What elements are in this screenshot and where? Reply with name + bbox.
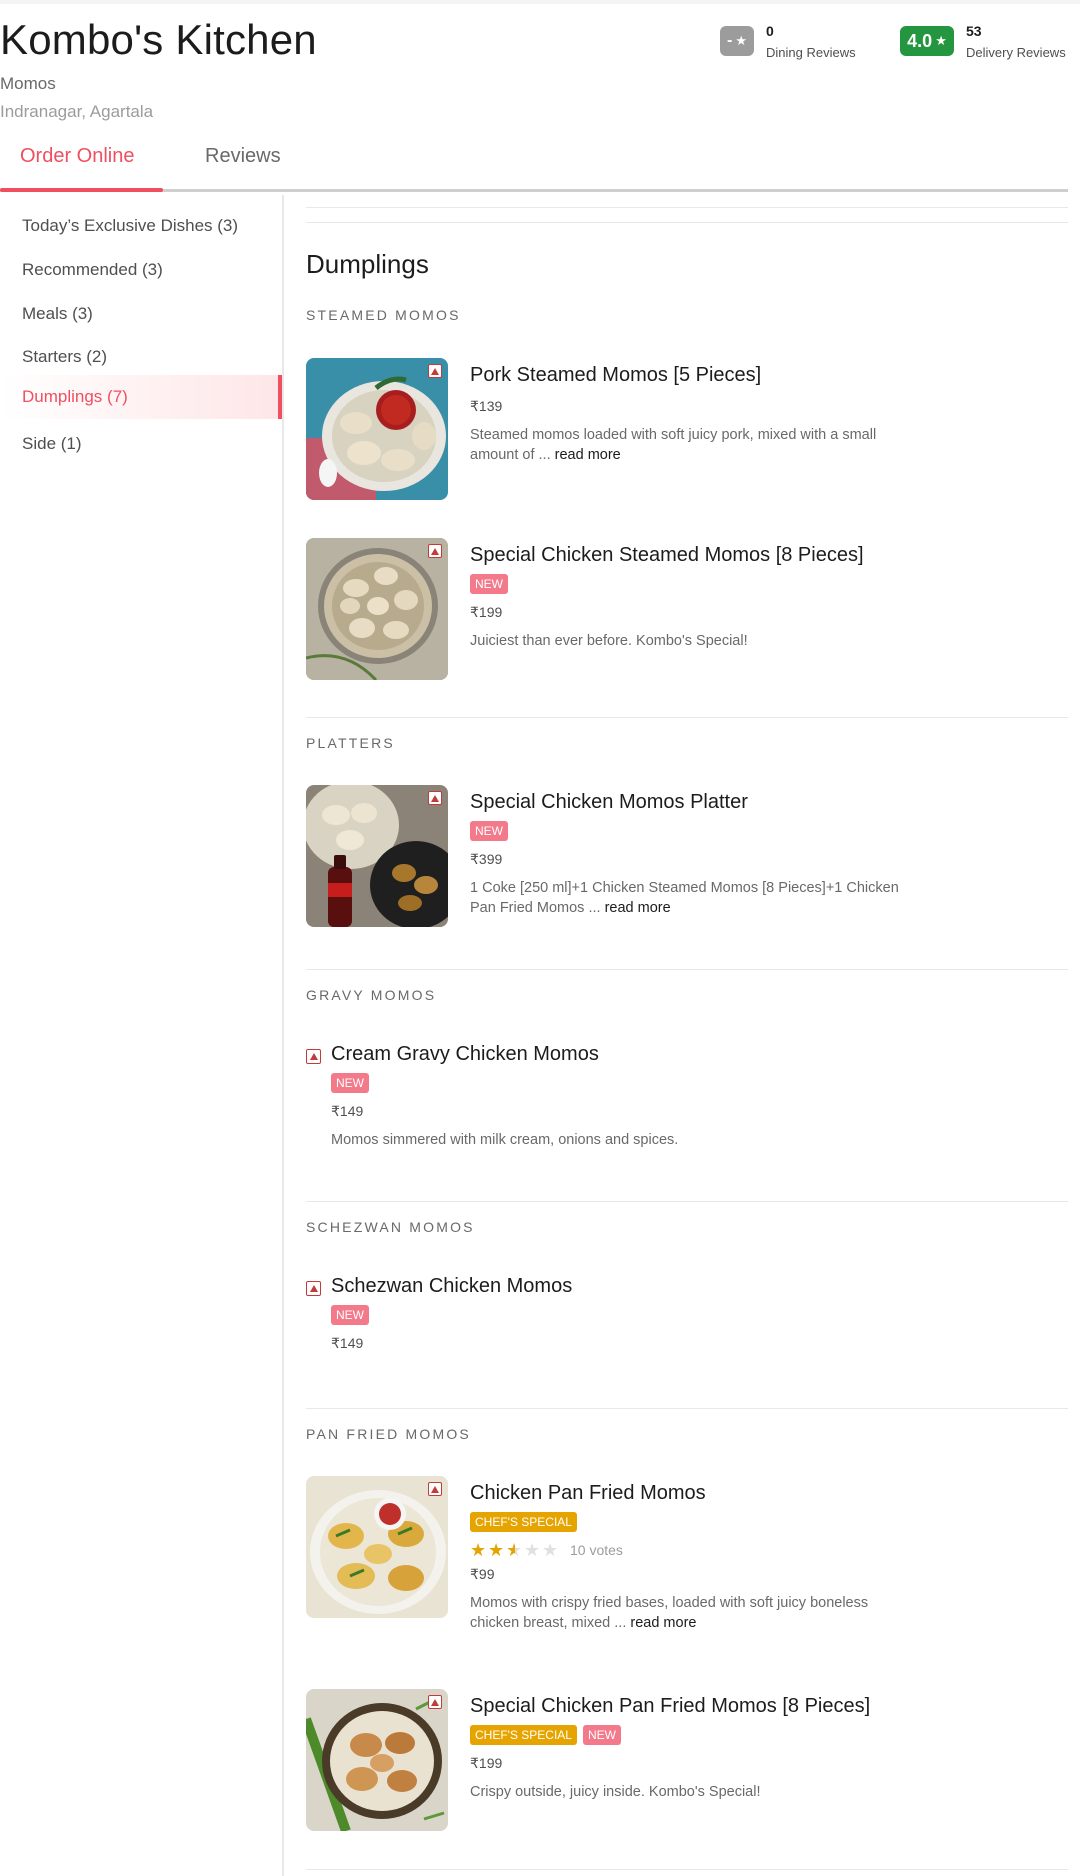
chefs-special-tag: CHEF'S SPECIAL (470, 1512, 577, 1532)
new-tag: NEW (470, 821, 508, 841)
restaurant-cuisine[interactable]: Momos (0, 74, 56, 94)
divider (306, 717, 1068, 718)
subsection-title: SCHEZWAN MOMOS (306, 1219, 475, 1235)
non-veg-icon (428, 791, 442, 805)
delivery-rating[interactable]: 4.0 ★ 53 Delivery Reviews (900, 22, 1066, 62)
delivery-review-count: 53 (966, 23, 982, 39)
item-image[interactable] (306, 1689, 448, 1831)
menu-sidebar: Today’s Exclusive Dishes (3) Recommended… (0, 195, 284, 1876)
item-image[interactable] (306, 538, 448, 680)
divider (306, 207, 1068, 208)
non-veg-icon (428, 1695, 442, 1709)
sidebar-item-side[interactable]: Side (1) (0, 422, 282, 466)
new-tag: NEW (582, 1725, 621, 1745)
item-name: Special Chicken Pan Fried Momos [8 Piece… (470, 1695, 871, 1717)
subsection-title: STEAMED MOMOS (306, 307, 461, 323)
tab-reviews[interactable]: Reviews (205, 145, 281, 168)
item-name: Cream Gravy Chicken Momos (331, 1043, 599, 1065)
sidebar-item-meals[interactable]: Meals (3) (0, 292, 282, 336)
item-image[interactable] (306, 358, 448, 500)
non-veg-icon (428, 1482, 442, 1496)
sidebar-item-dumplings[interactable]: Dumplings (7) (0, 375, 282, 419)
non-veg-icon (306, 1049, 321, 1064)
dining-rating[interactable]: - ★ 0 Dining Reviews (720, 22, 856, 62)
read-more-link[interactable]: read more (630, 1615, 696, 1631)
active-tab-indicator (0, 188, 163, 192)
read-more-link[interactable]: read more (555, 447, 621, 463)
item-name: Pork Steamed Momos [5 Pieces] (470, 364, 762, 386)
star-icon: ★ (935, 33, 947, 48)
new-tag: NEW (331, 1305, 369, 1325)
dining-rating-badge: - ★ (720, 26, 754, 56)
votes-count: 10 votes (570, 1542, 623, 1558)
sidebar-item-starters[interactable]: Starters (2) (0, 335, 282, 379)
delivery-rating-badge: 4.0 ★ (900, 26, 954, 56)
item-price: ₹199 (470, 1755, 503, 1771)
sidebar-item-exclusive-dishes[interactable]: Today’s Exclusive Dishes (3) (0, 204, 282, 248)
non-veg-icon (428, 364, 442, 378)
item-description: 1 Coke [250 ml]+1 Chicken Steamed Momos … (470, 880, 899, 916)
tab-order-online[interactable]: Order Online (20, 145, 135, 168)
non-veg-icon (428, 544, 442, 558)
item-name: Chicken Pan Fried Momos (470, 1482, 706, 1504)
item-description: Juiciest than ever before. Kombo's Speci… (470, 633, 748, 649)
subsection-title: GRAVY MOMOS (306, 987, 437, 1003)
delivery-review-label: Delivery Reviews (966, 45, 1066, 60)
item-name: Schezwan Chicken Momos (331, 1275, 573, 1297)
star-empty-icon: ★ (524, 1540, 541, 1560)
divider (306, 1201, 1068, 1202)
star-icon: ★ (470, 1540, 487, 1560)
item-image[interactable] (306, 1476, 448, 1618)
item-description: Steamed momos loaded with soft juicy por… (470, 427, 877, 463)
dining-review-label: Dining Reviews (766, 45, 856, 60)
item-rating: ★ ★ ★ ★ ★ 10 votes (470, 1540, 910, 1560)
divider (306, 222, 1068, 223)
tab-bar: Order Online Reviews (0, 145, 1068, 195)
divider (306, 969, 1068, 970)
item-price: ₹199 (470, 604, 503, 620)
item-description: Momos with crispy fried bases, loaded wi… (470, 1595, 869, 1631)
restaurant-locality[interactable]: Indranagar, Agartala (0, 102, 153, 122)
divider (306, 1408, 1068, 1409)
subsection-title: PAN FRIED MOMOS (306, 1426, 471, 1442)
star-icon: ★ (735, 33, 747, 48)
item-description: Momos simmered with milk cream, onions a… (331, 1132, 679, 1148)
new-tag: NEW (470, 574, 508, 594)
restaurant-name: Kombo's Kitchen (0, 16, 317, 63)
item-description: Crispy outside, juicy inside. Kombo's Sp… (470, 1784, 761, 1800)
star-icon: ★ (488, 1540, 505, 1560)
subsection-title: PLATTERS (306, 735, 395, 751)
divider (306, 1869, 1068, 1870)
non-veg-icon (306, 1281, 321, 1296)
sidebar-item-recommended[interactable]: Recommended (3) (0, 248, 282, 292)
star-empty-icon: ★ (542, 1540, 559, 1560)
half-star-icon: ★ (506, 1540, 523, 1560)
item-image[interactable] (306, 785, 448, 927)
new-tag: NEW (331, 1073, 369, 1093)
item-price: ₹139 (470, 398, 503, 414)
chefs-special-tag: CHEF'S SPECIAL (470, 1725, 577, 1745)
item-price: ₹149 (331, 1103, 364, 1119)
read-more-link[interactable]: read more (605, 900, 671, 916)
item-name: Special Chicken Steamed Momos [8 Pieces] (470, 544, 864, 566)
item-name: Special Chicken Momos Platter (470, 791, 748, 813)
item-price: ₹99 (470, 1566, 495, 1582)
section-title: Dumplings (306, 249, 429, 279)
dining-review-count: 0 (766, 23, 774, 39)
item-price: ₹399 (470, 851, 503, 867)
item-price: ₹149 (331, 1335, 364, 1351)
